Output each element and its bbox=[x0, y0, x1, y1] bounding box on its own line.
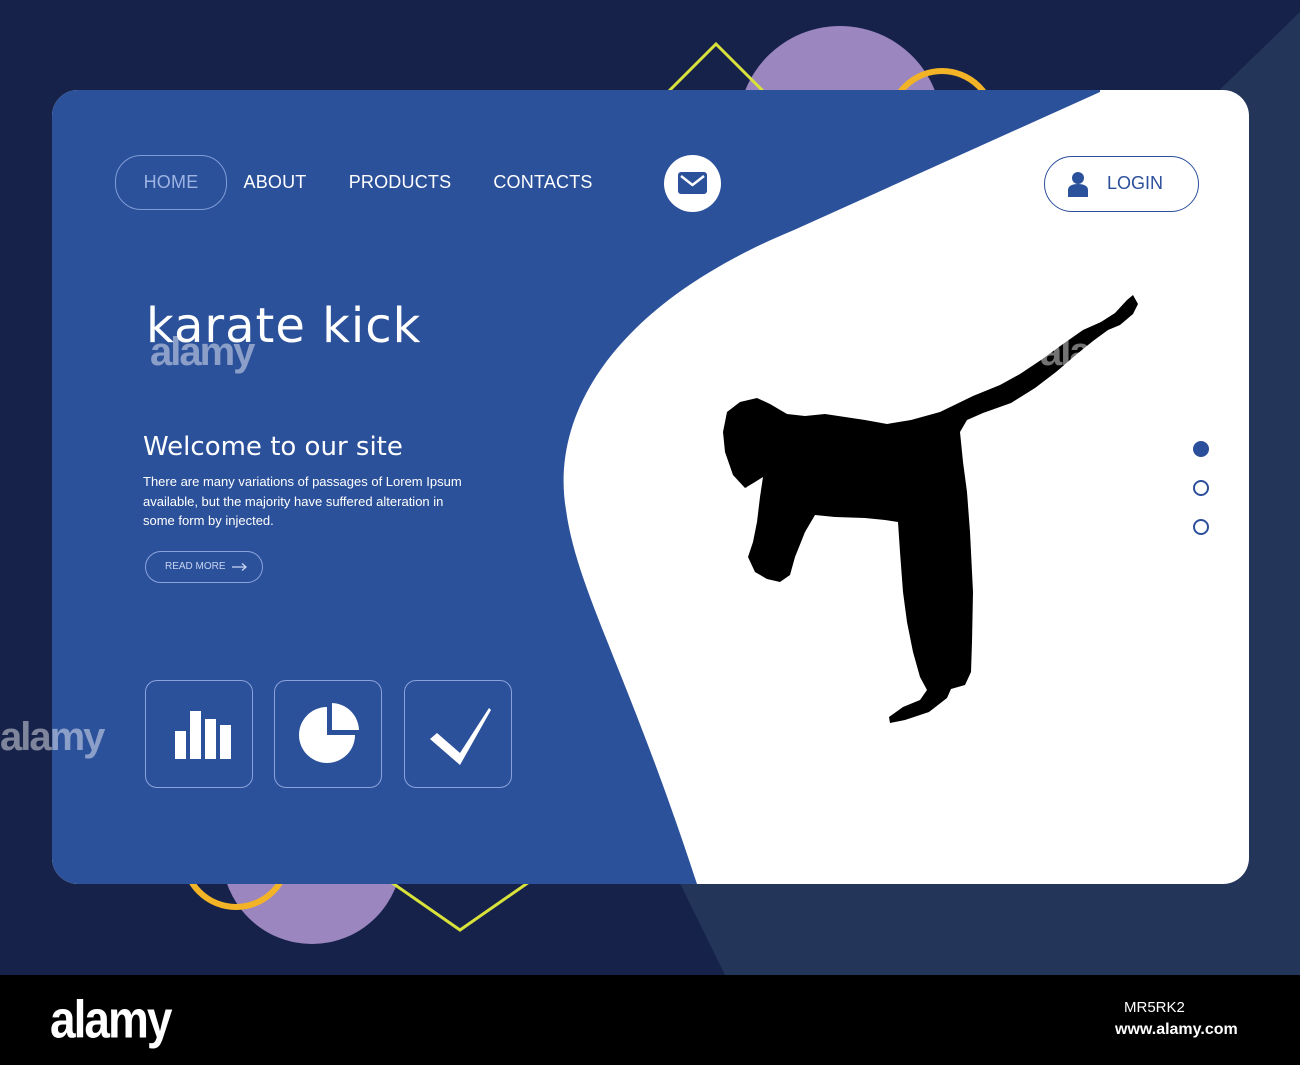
feature-pie-chart[interactable] bbox=[274, 680, 382, 788]
nav-products[interactable]: PRODUCTS bbox=[341, 160, 459, 208]
pagination-dot-1[interactable] bbox=[1193, 441, 1209, 457]
feature-check[interactable] bbox=[404, 680, 512, 788]
welcome-heading: Welcome to our site bbox=[143, 432, 403, 462]
bar-chart-icon bbox=[175, 711, 231, 759]
envelope-icon bbox=[678, 172, 707, 194]
nav-contacts[interactable]: CONTACTS bbox=[486, 160, 600, 208]
feature-bar-chart[interactable] bbox=[145, 680, 253, 788]
arrow-right-icon bbox=[232, 563, 247, 571]
watermark-footer bbox=[0, 975, 1300, 1065]
watermark-logo: alamy bbox=[50, 989, 172, 1049]
read-more-button[interactable]: READ MORE bbox=[145, 551, 263, 583]
watermark-overlay: alamy bbox=[1040, 330, 1145, 374]
image-id: MR5RK2 bbox=[1124, 999, 1185, 1016]
watermark-overlay: alamy bbox=[0, 715, 105, 759]
pie-chart-icon bbox=[299, 703, 359, 763]
checkmark-icon bbox=[430, 708, 491, 765]
watermark-overlay: alamy bbox=[150, 330, 255, 374]
read-more-label: READ MORE bbox=[165, 561, 226, 572]
watermark-url: www.alamy.com bbox=[1115, 1021, 1238, 1038]
nav-home[interactable]: HOME bbox=[115, 155, 227, 210]
hero-description: There are many variations of passages of… bbox=[143, 474, 462, 528]
mail-button[interactable] bbox=[664, 155, 721, 212]
pagination-dot-2[interactable] bbox=[1193, 480, 1209, 496]
login-label: LOGIN bbox=[1107, 173, 1164, 193]
user-icon bbox=[1068, 172, 1088, 197]
nav-about[interactable]: ABOUT bbox=[236, 160, 314, 208]
pagination-dot-3[interactable] bbox=[1193, 519, 1209, 535]
login-button[interactable]: LOGIN bbox=[1044, 156, 1199, 212]
page-background: HOME ABOUT PRODUCTS CONTACTS LOGIN karat… bbox=[0, 0, 1300, 975]
